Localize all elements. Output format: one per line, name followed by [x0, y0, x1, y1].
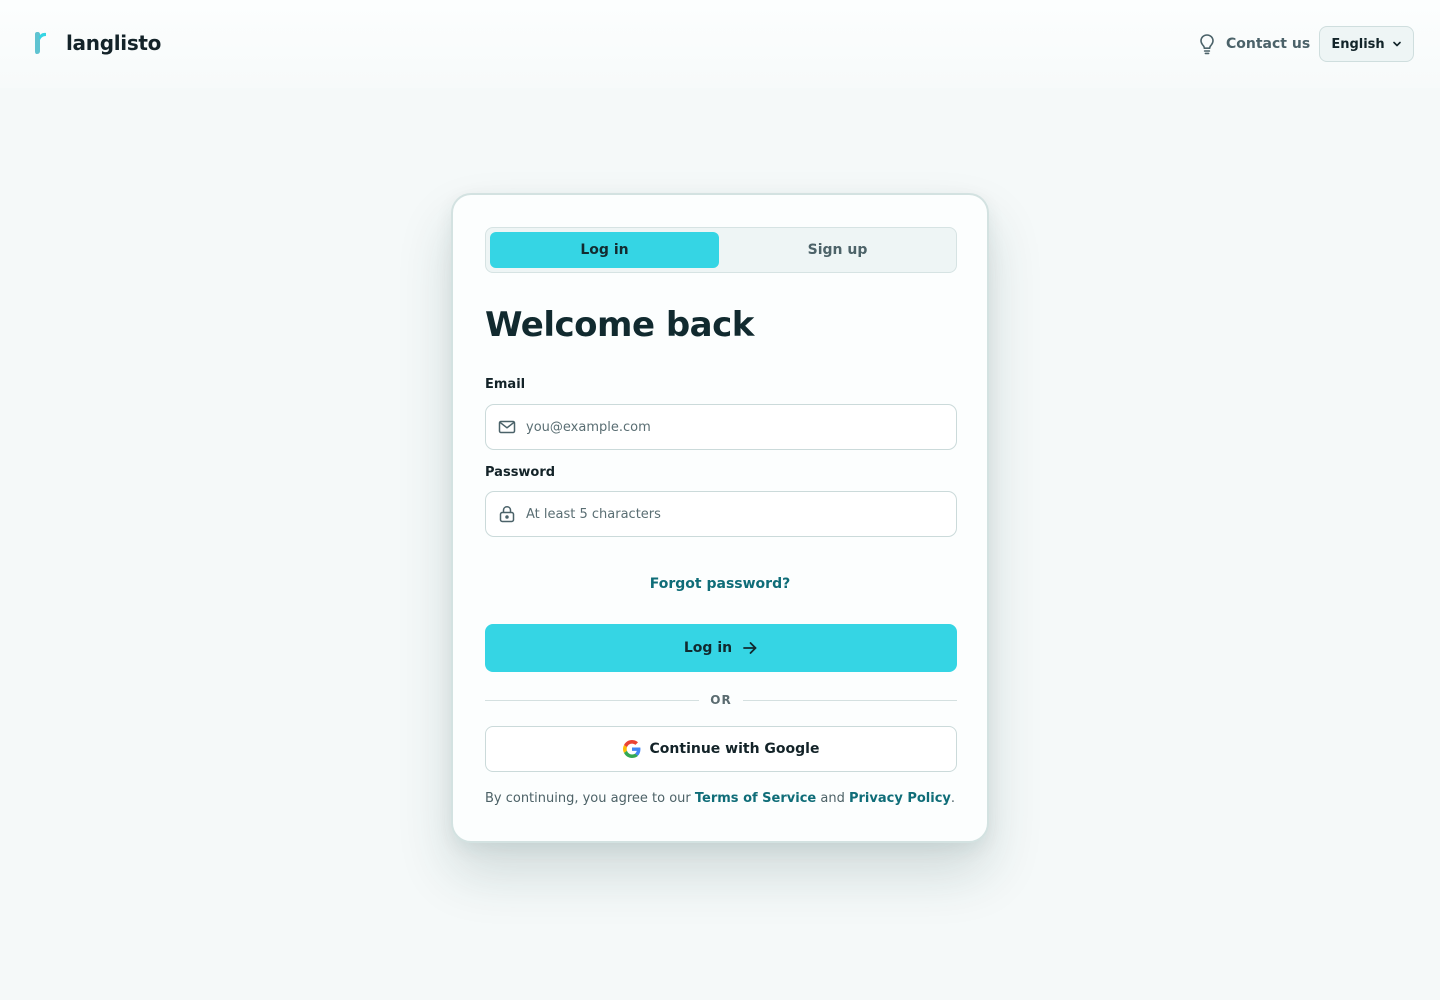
google-button-label: Continue with Google: [649, 741, 820, 757]
password-field: [485, 491, 957, 537]
email-input[interactable]: [526, 419, 946, 435]
email-label: Email: [485, 377, 526, 392]
chevron-down-icon: [1392, 41, 1401, 47]
langlisto-logo-icon: [35, 32, 46, 54]
log-in-button-label: Log in: [683, 640, 733, 656]
tab-sign-up[interactable]: Sign up: [723, 232, 952, 268]
brand[interactable]: langlisto: [32, 31, 161, 55]
arrow-right-icon: [743, 642, 757, 654]
legal-prefix: By continuing, you agree to our: [484, 791, 695, 806]
contact-us-label: Contact us: [1226, 36, 1311, 52]
legal-text: By continuing, you agree to our Terms of…: [453, 791, 987, 806]
lightbulb-icon: [1200, 34, 1214, 55]
auth-tabs: Log in Sign up: [485, 227, 957, 273]
legal-middle: and: [816, 791, 849, 806]
log-in-button[interactable]: Log in: [485, 624, 957, 672]
password-input[interactable]: [526, 506, 946, 522]
page-title: Welcome back: [485, 305, 754, 345]
language-select[interactable]: English: [1319, 26, 1414, 62]
divider-line-right: [743, 700, 957, 701]
continue-with-google-button[interactable]: Continue with Google: [485, 726, 957, 772]
password-label: Password: [485, 465, 556, 480]
terms-of-service-link[interactable]: Terms of Service: [695, 791, 816, 806]
contact-us-link[interactable]: Contact us: [1198, 33, 1310, 55]
or-divider: OR: [485, 691, 957, 711]
brand-name: langlisto: [66, 31, 162, 55]
forgot-password-link[interactable]: Forgot password?: [453, 576, 987, 592]
google-icon: [622, 740, 640, 758]
top-bar: langlisto Contact us English: [0, 0, 1440, 88]
tab-log-in[interactable]: Log in: [490, 232, 719, 268]
legal-suffix: .: [950, 791, 956, 806]
language-label: English: [1331, 36, 1385, 52]
mail-icon: [498, 420, 516, 434]
auth-card: Log in Sign up Welcome back Email Passwo…: [451, 193, 989, 843]
privacy-policy-link[interactable]: Privacy Policy: [849, 791, 951, 806]
lock-icon: [499, 506, 515, 523]
email-field: [485, 404, 957, 450]
